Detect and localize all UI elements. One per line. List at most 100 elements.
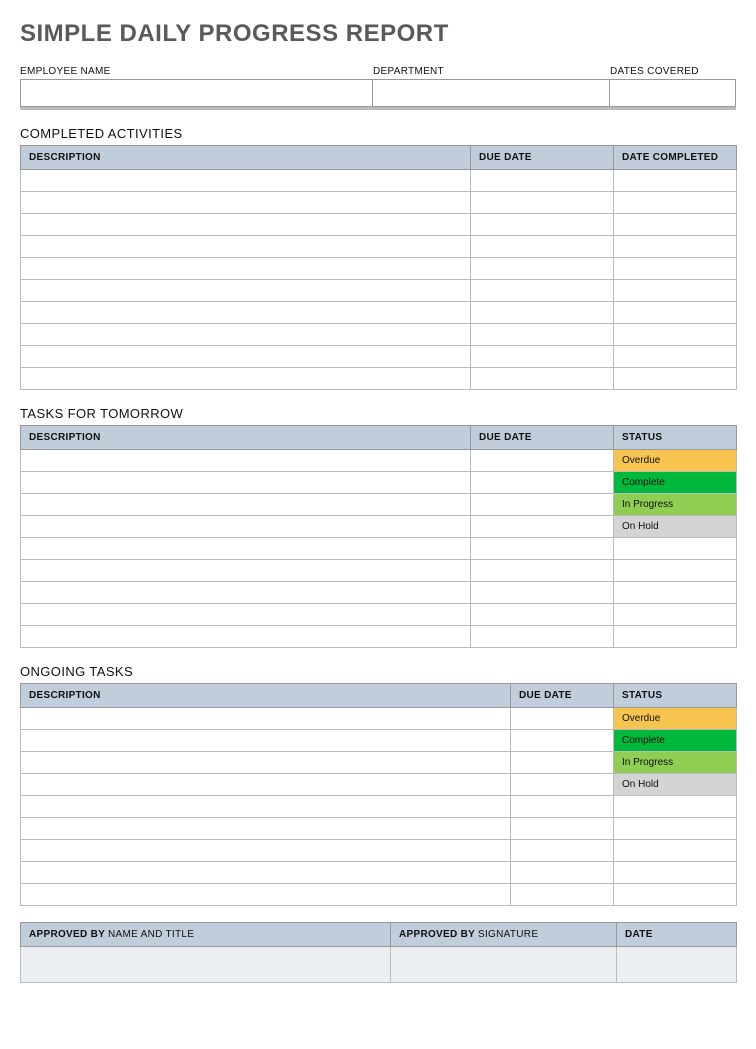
cell-due_date[interactable]: [511, 752, 614, 774]
cell-date_completed[interactable]: [614, 258, 737, 280]
cell-description[interactable]: [21, 752, 511, 774]
cell-due_date[interactable]: [511, 774, 614, 796]
cell-date_completed[interactable]: [614, 346, 737, 368]
cell-description[interactable]: [21, 258, 471, 280]
cell-description[interactable]: [21, 302, 471, 324]
cell-date_completed[interactable]: [614, 324, 737, 346]
cell-status[interactable]: [614, 560, 737, 582]
approved-date-field[interactable]: [617, 947, 737, 983]
cell-due_date[interactable]: [471, 258, 614, 280]
cell-description[interactable]: [21, 730, 511, 752]
cell-description[interactable]: [21, 346, 471, 368]
cell-description[interactable]: [21, 604, 471, 626]
cell-description[interactable]: [21, 214, 471, 236]
cell-description[interactable]: [21, 170, 471, 192]
cell-due_date[interactable]: [511, 796, 614, 818]
cell-description[interactable]: [21, 708, 511, 730]
signature-label: SIGNATURE: [478, 929, 538, 940]
table-row: Overdue: [21, 450, 737, 472]
cell-status[interactable]: [614, 538, 737, 560]
cell-description[interactable]: [21, 538, 471, 560]
table-row: [21, 560, 737, 582]
approved-name-field[interactable]: [21, 947, 391, 983]
cell-status[interactable]: [614, 626, 737, 648]
cell-status[interactable]: [614, 604, 737, 626]
cell-due_date[interactable]: [471, 604, 614, 626]
cell-due_date[interactable]: [471, 450, 614, 472]
cell-date_completed[interactable]: [614, 302, 737, 324]
cell-description[interactable]: [21, 472, 471, 494]
cell-description[interactable]: [21, 280, 471, 302]
cell-description[interactable]: [21, 192, 471, 214]
cell-status[interactable]: [614, 862, 737, 884]
cell-due_date[interactable]: [471, 324, 614, 346]
cell-description[interactable]: [21, 796, 511, 818]
department-field[interactable]: [373, 79, 610, 107]
cell-status[interactable]: Complete: [614, 472, 737, 494]
ongoing-table: DESCRIPTION DUE DATE STATUS OverdueCompl…: [20, 683, 737, 906]
cell-status[interactable]: In Progress: [614, 494, 737, 516]
cell-due_date[interactable]: [471, 214, 614, 236]
section-title-tomorrow: TASKS FOR TOMORROW: [20, 390, 736, 425]
cell-date_completed[interactable]: [614, 170, 737, 192]
employee-name-field[interactable]: [20, 79, 373, 107]
cell-due_date[interactable]: [471, 538, 614, 560]
cell-due_date[interactable]: [471, 582, 614, 604]
cell-status[interactable]: On Hold: [614, 774, 737, 796]
cell-description[interactable]: [21, 494, 471, 516]
cell-date_completed[interactable]: [614, 192, 737, 214]
cell-due_date[interactable]: [511, 884, 614, 906]
cell-due_date[interactable]: [471, 368, 614, 390]
cell-status[interactable]: Overdue: [614, 450, 737, 472]
cell-description[interactable]: [21, 626, 471, 648]
table-row: [21, 170, 737, 192]
cell-description[interactable]: [21, 236, 471, 258]
cell-due_date[interactable]: [471, 236, 614, 258]
cell-status[interactable]: On Hold: [614, 516, 737, 538]
col-status: STATUS: [614, 426, 737, 450]
cell-status[interactable]: [614, 796, 737, 818]
cell-status[interactable]: [614, 840, 737, 862]
approved-signature-field[interactable]: [391, 947, 617, 983]
cell-due_date[interactable]: [471, 472, 614, 494]
cell-status[interactable]: In Progress: [614, 752, 737, 774]
cell-description[interactable]: [21, 774, 511, 796]
cell-description[interactable]: [21, 840, 511, 862]
dates-covered-field[interactable]: [610, 79, 736, 107]
cell-due_date[interactable]: [511, 818, 614, 840]
cell-due_date[interactable]: [471, 494, 614, 516]
cell-due_date[interactable]: [511, 862, 614, 884]
cell-description[interactable]: [21, 450, 471, 472]
cell-description[interactable]: [21, 582, 471, 604]
cell-due_date[interactable]: [511, 730, 614, 752]
col-due-date: DUE DATE: [511, 684, 614, 708]
table-row: [21, 280, 737, 302]
cell-description[interactable]: [21, 818, 511, 840]
cell-status[interactable]: [614, 582, 737, 604]
cell-status[interactable]: [614, 884, 737, 906]
cell-due_date[interactable]: [471, 346, 614, 368]
cell-due_date[interactable]: [471, 516, 614, 538]
cell-date_completed[interactable]: [614, 368, 737, 390]
cell-description[interactable]: [21, 516, 471, 538]
cell-description[interactable]: [21, 884, 511, 906]
cell-due_date[interactable]: [511, 840, 614, 862]
cell-date_completed[interactable]: [614, 236, 737, 258]
cell-due_date[interactable]: [471, 560, 614, 582]
cell-description[interactable]: [21, 560, 471, 582]
cell-date_completed[interactable]: [614, 280, 737, 302]
cell-due_date[interactable]: [471, 170, 614, 192]
cell-description[interactable]: [21, 862, 511, 884]
cell-status[interactable]: Overdue: [614, 708, 737, 730]
cell-due_date[interactable]: [471, 302, 614, 324]
cell-status[interactable]: Complete: [614, 730, 737, 752]
cell-date_completed[interactable]: [614, 214, 737, 236]
table-row: In Progress: [21, 494, 737, 516]
cell-due_date[interactable]: [471, 280, 614, 302]
cell-due_date[interactable]: [471, 626, 614, 648]
cell-status[interactable]: [614, 818, 737, 840]
cell-due_date[interactable]: [471, 192, 614, 214]
cell-description[interactable]: [21, 368, 471, 390]
cell-due_date[interactable]: [511, 708, 614, 730]
cell-description[interactable]: [21, 324, 471, 346]
